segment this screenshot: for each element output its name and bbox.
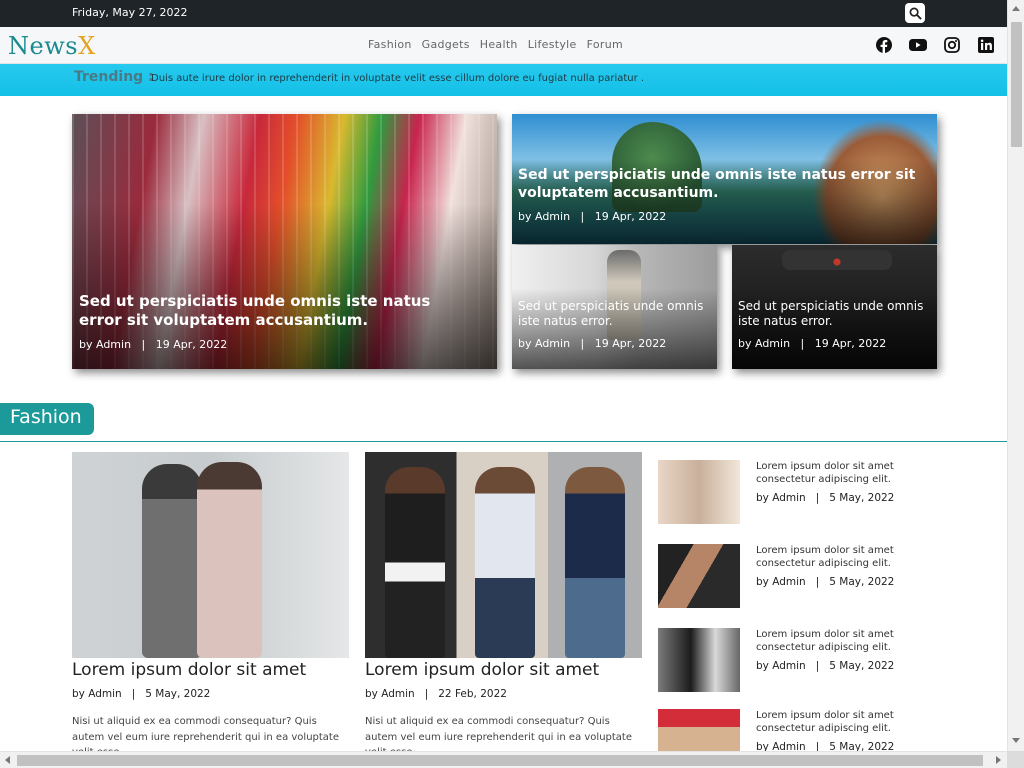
hero-card-small-2[interactable]: Sed ut perspiciatis unde omnis iste natu…	[732, 245, 937, 369]
hero-meta: by Admin | 19 Apr, 2022	[79, 338, 228, 351]
hero-meta: by Admin | 19 Apr, 2022	[518, 337, 667, 350]
article-meta: by Admin | 22 Feb, 2022	[365, 688, 507, 700]
nav-item-fashion[interactable]: Fashion	[368, 38, 412, 51]
hero-meta: by Admin | 19 Apr, 2022	[738, 337, 887, 350]
scroll-left-icon[interactable]	[5, 756, 10, 764]
current-date: Friday, May 27, 2022	[72, 6, 188, 19]
vertical-scroll-thumb[interactable]	[1011, 22, 1022, 147]
nav-menu: Fashion Gadgets Health Lifestyle Forum	[368, 38, 623, 51]
hero-title[interactable]: Sed ut perspiciatis unde omnis iste natu…	[738, 299, 933, 330]
side-thumbnail[interactable]	[658, 628, 740, 692]
search-icon[interactable]	[905, 3, 925, 23]
nav-item-health[interactable]: Health	[480, 38, 518, 51]
logo-accent: X	[78, 32, 96, 60]
trending-label: Trending :	[74, 69, 154, 85]
nav-item-gadgets[interactable]: Gadgets	[422, 38, 470, 51]
scroll-down-icon[interactable]	[1012, 738, 1020, 743]
side-list-item[interactable]: Lorem ipsum dolor sit amet consectetur a…	[658, 628, 898, 694]
facebook-icon[interactable]	[875, 36, 893, 54]
article-headline[interactable]: Lorem ipsum dolor sit amet	[365, 660, 642, 680]
side-list-item[interactable]: Lorem ipsum dolor sit amet consectetur a…	[658, 460, 898, 526]
hero-title[interactable]: Sed ut perspiciatis unde omnis iste natu…	[79, 292, 459, 330]
instagram-icon[interactable]	[943, 36, 961, 54]
side-item-meta: by Admin | 5 May, 2022	[756, 576, 895, 588]
scroll-right-icon[interactable]	[996, 756, 1001, 764]
article-headline[interactable]: Lorem ipsum dolor sit amet	[72, 660, 349, 680]
trending-bar: Trending : Duis aute irure dolor in repr…	[0, 64, 1007, 96]
main-navbar: NewsX Fashion Gadgets Health Lifestyle F…	[0, 27, 1007, 64]
image-overlay	[72, 114, 497, 369]
trending-ticker[interactable]: Duis aute irure dolor in reprehenderit i…	[151, 73, 644, 84]
scroll-up-icon[interactable]	[1012, 6, 1020, 11]
vertical-scrollbar[interactable]	[1007, 0, 1024, 751]
linkedin-icon[interactable]	[977, 36, 995, 54]
hero-card-small-1[interactable]: Sed ut perspiciatis unde omnis iste natu…	[512, 245, 717, 369]
side-item-title[interactable]: Lorem ipsum dolor sit amet consectetur a…	[756, 628, 906, 654]
side-item-title[interactable]: Lorem ipsum dolor sit amet consectetur a…	[756, 544, 906, 570]
side-thumbnail[interactable]	[658, 544, 740, 608]
side-list-item[interactable]: Lorem ipsum dolor sit amet consectetur a…	[658, 544, 898, 610]
scrollbar-corner	[1007, 751, 1024, 768]
side-item-meta: by Admin | 5 May, 2022	[756, 660, 895, 672]
hero-title[interactable]: Sed ut perspiciatis unde omnis iste natu…	[518, 299, 713, 330]
horizontal-scroll-thumb[interactable]	[17, 755, 983, 766]
youtube-icon[interactable]	[909, 36, 927, 54]
site-logo[interactable]: NewsX	[8, 32, 96, 60]
side-thumbnail[interactable]	[658, 460, 740, 524]
article-meta: by Admin | 5 May, 2022	[72, 688, 211, 700]
hero-card-main[interactable]: Sed ut perspiciatis unde omnis iste natu…	[72, 114, 497, 369]
section-divider	[0, 441, 1007, 442]
hero-title[interactable]: Sed ut perspiciatis unde omnis iste natu…	[518, 167, 918, 203]
social-links	[875, 36, 995, 54]
logo-text: News	[8, 32, 79, 60]
top-bar: Friday, May 27, 2022	[0, 0, 1007, 27]
side-item-title[interactable]: Lorem ipsum dolor sit amet consectetur a…	[756, 460, 906, 486]
nav-item-forum[interactable]: Forum	[587, 38, 623, 51]
side-item-title[interactable]: Lorem ipsum dolor sit amet consectetur a…	[756, 709, 906, 735]
section-title-fashion[interactable]: Fashion	[0, 403, 94, 435]
horizontal-scrollbar[interactable]	[0, 751, 1007, 768]
side-item-meta: by Admin | 5 May, 2022	[756, 492, 895, 504]
nav-item-lifestyle[interactable]: Lifestyle	[528, 38, 577, 51]
article-image-men-fashion[interactable]	[365, 452, 642, 658]
hero-card-top-right[interactable]: Sed ut perspiciatis unde omnis iste natu…	[512, 114, 937, 244]
page: Friday, May 27, 2022 NewsX Fashion Gadge…	[0, 0, 1024, 768]
article-image-women-coats[interactable]	[72, 452, 349, 658]
hero-meta: by Admin | 19 Apr, 2022	[518, 210, 667, 223]
